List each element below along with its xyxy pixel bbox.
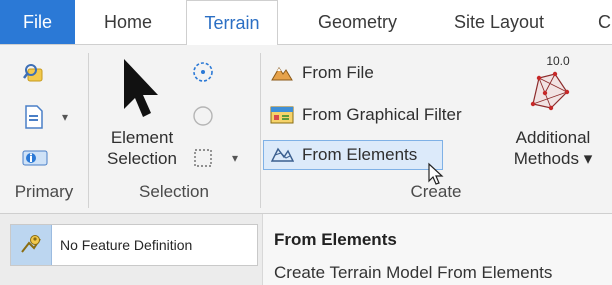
- additional-methods-label[interactable]: Additional Methods ▾: [500, 127, 606, 169]
- element-selection-button[interactable]: [110, 53, 170, 125]
- tooltip: From Elements Create Terrain Model From …: [262, 214, 612, 285]
- arrow-cursor-icon: [124, 59, 158, 117]
- additional-methods-label-line2: Methods ▾: [513, 149, 593, 168]
- feature-definition-selector[interactable]: No Feature Definition: [10, 224, 258, 266]
- tab-terrain[interactable]: Terrain: [186, 0, 278, 45]
- selection-mode-dropdown-arrow[interactable]: ▾: [228, 149, 242, 167]
- element-selection-label: Element Selection: [98, 127, 186, 169]
- group-label-create: Create: [410, 182, 462, 201]
- select-block-icon[interactable]: [190, 145, 216, 171]
- tab-site-layout[interactable]: Site Layout: [454, 0, 544, 44]
- select-circle-outline-icon[interactable]: [190, 103, 216, 129]
- group-label-selection: Selection: [139, 182, 209, 201]
- ribbon-tab-bar: File Home Terrain Geometry Site Layout C: [0, 0, 612, 45]
- element-selection-label-line1: Element: [110, 128, 174, 147]
- element-selection-label-line2: Selection: [107, 149, 177, 168]
- tab-file[interactable]: File: [0, 0, 75, 44]
- from-file-button[interactable]: From File: [264, 58, 414, 88]
- tab-home[interactable]: Home: [104, 0, 152, 44]
- ribbon-panel: ▾ Primary Element Selection ▾ Selection …: [0, 44, 612, 214]
- feature-definition-value: No Feature Definition: [60, 237, 193, 253]
- from-graphical-filter-button[interactable]: From Graphical Filter: [264, 100, 496, 130]
- tab-geometry[interactable]: Geometry: [318, 0, 397, 44]
- tooltip-description: Create Terrain Model From Elements: [274, 263, 553, 282]
- from-elements-label: From Elements: [302, 145, 418, 164]
- tab-overflow[interactable]: C: [598, 0, 611, 44]
- info-panel-icon[interactable]: [20, 145, 50, 171]
- graphical-filter-icon: [270, 105, 294, 125]
- document-icon[interactable]: [20, 103, 48, 131]
- terrain-file-icon: [270, 63, 294, 83]
- group-label-primary: Primary: [14, 182, 74, 201]
- from-elements-button[interactable]: From Elements: [263, 140, 443, 170]
- tooltip-title: From Elements: [274, 230, 397, 249]
- terrain-from-elements-icon: [270, 145, 294, 165]
- document-dropdown-arrow[interactable]: ▾: [58, 107, 72, 127]
- from-graphical-filter-label: From Graphical Filter: [302, 105, 462, 124]
- select-by-circle-icon[interactable]: [190, 59, 216, 85]
- search-model-icon[interactable]: [20, 59, 48, 87]
- feature-definition-icon[interactable]: [11, 225, 52, 265]
- from-file-label: From File: [302, 63, 374, 82]
- additional-methods-badge: 10.0: [546, 54, 570, 68]
- additional-methods-label-line1: Additional: [515, 128, 591, 147]
